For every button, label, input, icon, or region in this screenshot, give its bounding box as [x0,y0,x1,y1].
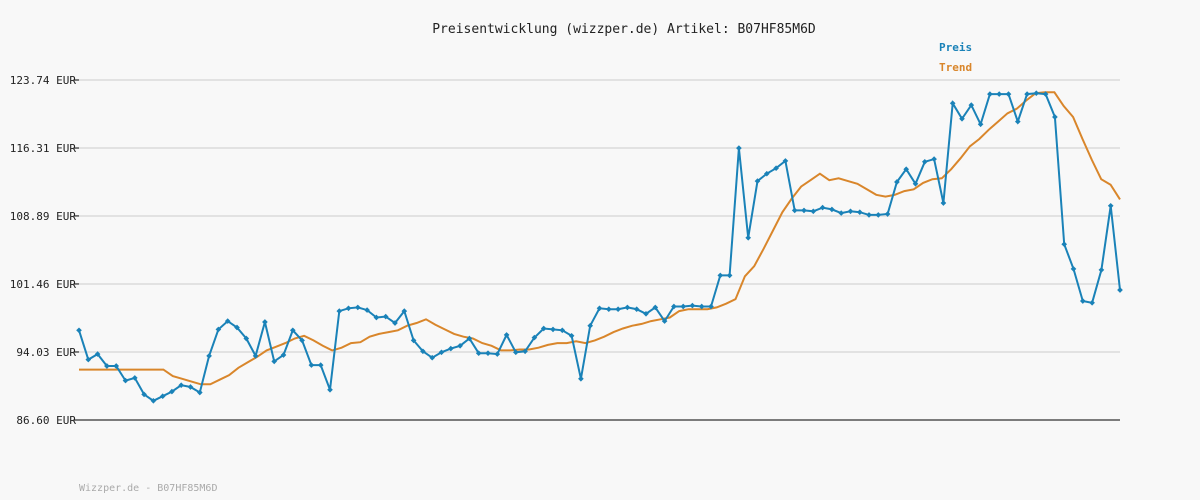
data-point [791,207,798,214]
y-tick-label: 94.03 EUR [16,346,76,359]
y-tick-label: 101.46 EUR [10,278,77,291]
data-point [1098,267,1105,273]
y-tick-label: 86.60 EUR [16,414,76,427]
data-point [624,304,631,311]
y-axis: 86.60 EUR 94.03 EUR 101.46 EUR 108.89 EUR 11… [10,74,79,427]
data-point [996,91,1003,97]
data-point [206,353,212,359]
grid [79,79,1120,353]
y-tick-label: 116.31 EUR [10,142,77,155]
series-line-preis [78,92,1121,402]
data-point [1014,118,1021,125]
data-point [262,319,268,325]
y-tick-label: 108.89 EUR [10,210,77,223]
data-point [550,326,556,333]
data-point [447,345,454,352]
data-point [1070,266,1077,272]
footer-text: Wizzper.de - B07HF85M6D [79,483,217,494]
data-point [1079,298,1086,304]
legend-preis: Preis [939,41,972,54]
legend: Preis Trend [939,41,972,74]
data-point [336,308,343,314]
data-point [856,209,863,216]
data-point [1117,287,1123,293]
data-point [1107,202,1114,209]
chart-title: Preisentwicklung (wizzper.de) Artikel: B… [432,22,816,37]
data-point [987,91,993,97]
y-tick-label: 123.74 EUR [10,74,77,87]
data-point [327,386,333,393]
data-point [317,362,324,368]
data-point [810,208,817,215]
data-point [308,362,315,368]
data-point [819,204,826,211]
data-point [1061,241,1068,248]
series-line-trend [79,91,1121,386]
data-point [680,303,687,310]
data-point [615,306,621,313]
data-point [736,145,742,151]
data-point [76,327,82,334]
legend-trend: Trend [939,61,972,74]
data-point [1005,91,1012,97]
data-point [921,158,928,165]
data-point [689,302,696,309]
data-point [726,272,733,279]
data-point [801,207,807,214]
data-point [931,156,937,162]
data-point [354,304,361,311]
data-point [1089,299,1095,306]
data-point [847,208,854,215]
data-point [605,306,612,313]
data-point [940,200,947,206]
data-point [345,305,352,312]
series-layer [76,90,1123,404]
data-point [717,272,724,279]
data-point [1024,91,1030,97]
price-chart: Preisentwicklung (wizzper.de) Artikel: B… [10,22,1123,494]
data-point [829,206,835,213]
data-point [1052,114,1058,120]
data-point [745,234,752,241]
data-point [578,375,584,382]
